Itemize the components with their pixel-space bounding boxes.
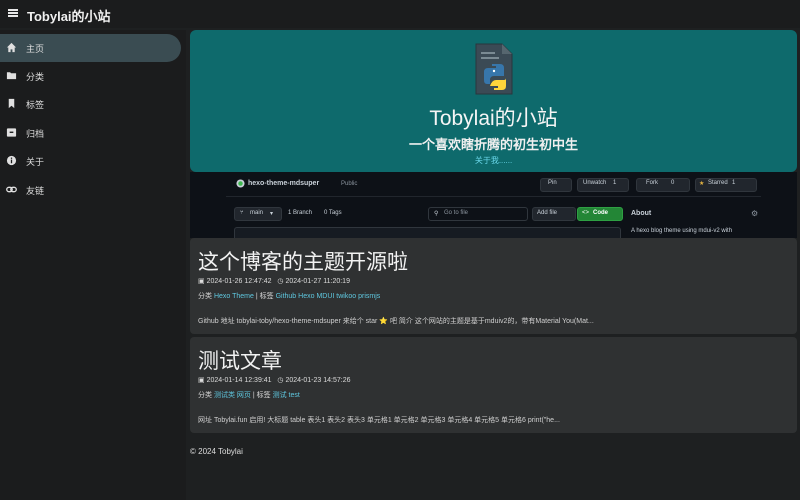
tag-prefix: 标签 [259,293,274,300]
chevron-down-icon: ▾ [270,211,274,217]
post-created-date: 2024-01-26 12:47:42 [206,278,272,285]
post-updated-date: 2024-01-27 11:20:19 [285,278,350,285]
post-excerpt: 网址 Tobylai.fun 启用! 大标题 table 表头1 表头2 表头3… [198,417,560,424]
search-icon: ⚲ [434,211,439,217]
sidebar-item-friends[interactable]: 友链 [0,176,181,204]
sidebar-item-home[interactable]: 主页 [0,34,181,62]
sidebar-item-archive[interactable]: 归档 [0,119,181,147]
tags-count[interactable]: 0 Tags [324,210,342,216]
tag-link[interactable]: MDUI [316,293,334,300]
post-taxonomy: 分类 测试类 网页 | 标签 测试 test [198,392,300,399]
link-icon [6,186,17,193]
branch-icon: ⑂ [240,210,244,216]
tag-link[interactable]: 测试 [273,392,287,399]
star-icon: ★ [699,181,705,187]
unwatch-count: 1 [613,180,617,186]
post-created-date: 2024-01-14 12:39:41 [206,377,272,384]
bookmark-icon [8,98,15,109]
repo-avatar-icon [236,179,245,188]
branches-count[interactable]: 1 Branch [288,210,312,216]
python-file-icon [475,43,513,95]
fork-button[interactable] [636,178,690,192]
hero-subtitle: 一个喜欢瞎折腾的初生初中生 [408,137,578,152]
sidebar-item-about[interactable]: 关于 [0,147,181,175]
archive-icon [6,128,17,137]
goto-file-input[interactable] [428,207,528,221]
fork-label: Fork [646,180,658,186]
code-icon: <> [582,210,590,216]
tag-link[interactable]: prismjs [358,293,380,300]
post-taxonomy: 分类 Hexo Theme | 标签 Github Hexo MDUI twik… [198,293,381,300]
sidebar-item-label: 分类 [26,72,45,82]
goto-file-placeholder: Go to file [444,210,469,216]
about-text: A hexo blog theme using mdui-v2 with [631,228,733,234]
site-title[interactable]: Tobylai的小站 [27,6,111,25]
clock-icon: ◷ [277,377,284,384]
post-excerpt: Github 地址 tobylai-toby/hexo-theme-mdsupe… [198,318,594,325]
calendar-icon: ▣ [198,377,205,384]
post-dates: ▣ 2024-01-14 12:39:41 ◷ 2024-01-23 14:57… [198,376,350,384]
calendar-icon: ▣ [198,278,205,285]
post-dates: ▣ 2024-01-26 12:47:42 ◷ 2024-01-27 11:20… [198,277,350,285]
sidebar-item-label: 关于 [26,157,45,167]
post-updated-date: 2024-01-23 14:57:26 [285,377,351,384]
sidebar-item-label: 归档 [26,129,45,139]
about-link[interactable]: 关于我...... [190,155,797,166]
starred-count: 1 [732,180,736,186]
fork-count: 0 [671,180,675,186]
post-card[interactable]: 测试文章 ▣ 2024-01-14 12:39:41 ◷ 2024-01-23 … [190,337,797,433]
post-card[interactable]: 这个博客的主题开源啦 ▣ 2024-01-26 12:47:42 ◷ 2024-… [190,238,797,334]
code-label: Code [593,210,608,216]
sidebar-item-label: 主页 [26,44,45,54]
category-link[interactable]: 网页 [237,392,251,399]
add-file-label: Add file [537,210,558,216]
hero-title: Tobylai的小站 [429,107,558,130]
category-prefix: 分类 [198,293,212,300]
menu-icon[interactable] [8,9,18,17]
github-repo-preview[interactable]: hexo-theme-mdsuper Public Pin Unwatch 1 … [190,172,797,238]
unwatch-label: Unwatch [583,180,607,186]
branch-name: main [250,210,264,216]
tag-prefix: 标签 [256,392,271,399]
gear-icon[interactable]: ⚙ [751,209,758,218]
category-link[interactable]: Hexo Theme [214,293,254,300]
sidebar-nav: 主页 分类 标签 归档 关于 友链 [0,30,186,500]
about-heading: About [631,210,652,217]
footer-copyright: © 2024 Tobylai [190,447,243,456]
hero-banner: Tobylai的小站 一个喜欢瞎折腾的初生初中生 关于我...... [190,30,797,172]
pin-label: Pin [548,180,557,186]
tag-link[interactable]: twikoo [336,293,356,300]
top-app-bar: Tobylai的小站 [0,0,800,28]
home-icon [6,42,17,53]
tag-link[interactable]: Github [276,293,297,300]
sidebar-item-categories[interactable]: 分类 [0,62,181,90]
repo-visibility-badge: Public [341,181,358,187]
sidebar-item-tags[interactable]: 标签 [0,90,181,118]
tag-link[interactable]: Hexo [298,293,314,300]
folder-icon [6,72,17,80]
sidebar-item-label: 标签 [26,100,45,110]
divider [226,196,761,197]
post-title[interactable]: 这个博客的主题开源啦 [198,246,408,276]
category-link[interactable]: 测试类 [214,392,235,399]
info-icon [6,155,17,166]
clock-icon: ◷ [277,278,284,285]
repo-name: hexo-theme-mdsuper [248,180,320,187]
category-prefix: 分类 [198,392,212,399]
tag-link[interactable]: test [289,392,300,399]
file-list-header [234,227,621,238]
starred-label: Starred [708,180,728,186]
sidebar-item-label: 友链 [26,186,45,196]
post-title[interactable]: 测试文章 [198,345,282,375]
